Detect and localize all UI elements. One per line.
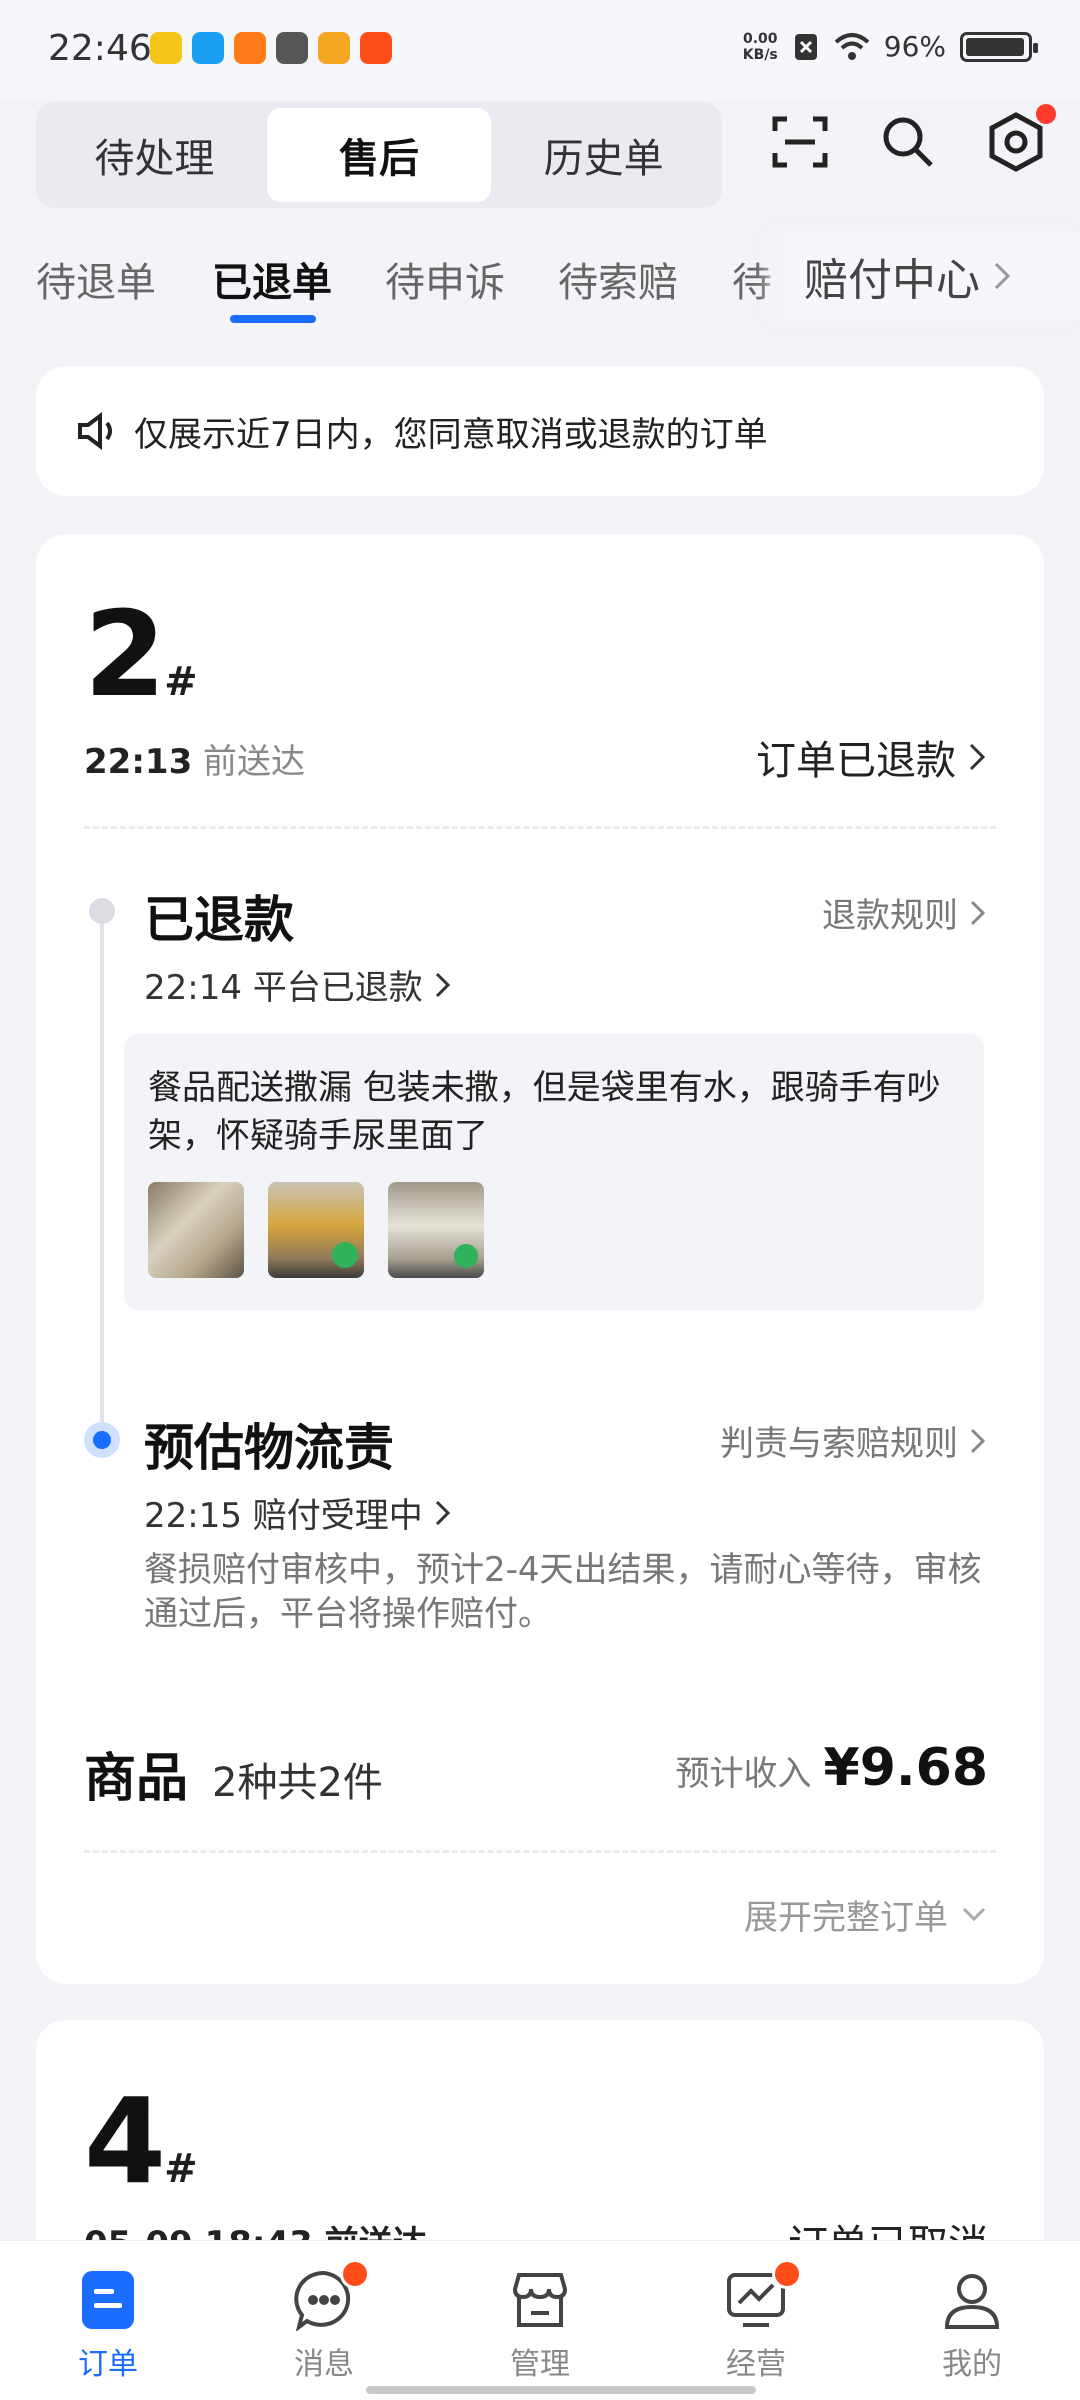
- claim-description: 餐损赔付审核中，预计2-4天出结果，请耐心等待，审核通过后，平台将操作赔付。: [144, 1550, 982, 1634]
- nav-orders[interactable]: 订单: [0, 2241, 216, 2400]
- top-actions: [768, 104, 1056, 174]
- income-label: 预计收入: [675, 1754, 812, 1794]
- status-bar: 22:46 0.00 KB/s 96%: [0, 0, 1080, 100]
- network-speed: 0.00 KB/s: [742, 30, 778, 63]
- chevron-right-icon: [435, 1500, 450, 1525]
- subtab-pending-claim[interactable]: 待索赔: [558, 250, 678, 308]
- refund-rules-link[interactable]: 退款规则: [822, 888, 988, 937]
- liability-rules-link[interactable]: 判责与索赔规则: [720, 1416, 988, 1465]
- divider: [84, 826, 996, 829]
- wifi-icon: [834, 32, 870, 60]
- orders-icon: [82, 2271, 134, 2329]
- search-icon: [883, 117, 933, 167]
- delivery-time: 22:13 前送达: [84, 742, 306, 782]
- timeline-dot-active: [84, 1422, 120, 1458]
- order-number: 2#: [84, 585, 198, 723]
- chevron-down-icon: [962, 1907, 986, 1921]
- timeline-line: [100, 910, 104, 1440]
- goods-count: 2种共2件: [212, 1760, 383, 1806]
- notice-banner: 仅展示近7日内，您同意取消或退款的订单: [36, 366, 1044, 496]
- subtab-pending-appeal[interactable]: 待申诉: [385, 250, 505, 308]
- nav-manage[interactable]: 管理: [432, 2241, 648, 2400]
- tab-after-sale[interactable]: 售后: [266, 108, 492, 202]
- tab-history[interactable]: 历史单: [491, 108, 716, 202]
- app-notification-icon: [192, 32, 224, 64]
- nav-business[interactable]: 经营: [648, 2241, 864, 2400]
- estimated-income: 预计收入 ¥9.68: [676, 1738, 988, 1798]
- home-indicator: [366, 2386, 756, 2394]
- chevron-right-icon: [435, 972, 450, 997]
- pay-center-label: 赔付中心: [804, 255, 980, 306]
- goods-summary: 商品 2种共2件: [84, 1736, 383, 1811]
- speaker-icon: [78, 412, 112, 450]
- tab-pending[interactable]: 待处理: [42, 108, 267, 202]
- app-notification-icon: [150, 32, 182, 64]
- bottom-nav: 订单 消息 管理 经营 我的: [0, 2240, 1080, 2400]
- nav-me[interactable]: 我的: [864, 2241, 1080, 2400]
- status-time: 22:46: [48, 28, 152, 69]
- scan-button[interactable]: [768, 110, 832, 174]
- chevron-right-icon: [970, 900, 986, 925]
- notification-icons: [150, 32, 392, 64]
- notice-text: 仅展示近7日内，您同意取消或退款的订单: [134, 414, 768, 455]
- evidence-photo[interactable]: [148, 1182, 244, 1278]
- evidence-photo[interactable]: [388, 1182, 484, 1278]
- app-notification-icon: [360, 32, 392, 64]
- refund-reason-box: 餐品配送撒漏 包装未撒，但是袋里有水，跟骑手有吵架，怀疑骑手尿里面了: [124, 1034, 984, 1310]
- store-icon: [512, 2273, 568, 2327]
- scan-icon: [772, 116, 828, 168]
- app-notification-icon: [318, 32, 350, 64]
- nav-messages[interactable]: 消息: [216, 2241, 432, 2400]
- evidence-photos: [148, 1182, 960, 1278]
- subtab-pending-refund[interactable]: 待退单: [36, 250, 156, 308]
- timeline-dot: [89, 898, 115, 924]
- chevron-right-icon: [969, 743, 986, 771]
- notification-dot: [772, 2259, 802, 2289]
- search-button[interactable]: [876, 110, 940, 174]
- wechat-icon: [276, 32, 308, 64]
- order-status-link[interactable]: 订单已退款: [756, 728, 988, 786]
- profile-icon: [944, 2274, 1000, 2329]
- active-tab-indicator: [230, 315, 316, 323]
- top-tab-bar: 待处理 售后 历史单: [36, 102, 722, 208]
- chevron-right-icon: [994, 262, 1011, 290]
- goods-title: 商品: [84, 1749, 189, 1809]
- liability-title: 预估物流责: [144, 1419, 394, 1477]
- expand-order-button[interactable]: 展开完整订单: [744, 1890, 988, 1939]
- app-notification-icon: [234, 32, 266, 64]
- status-right: 0.00 KB/s 96%: [742, 30, 1038, 63]
- chevron-right-icon: [970, 1428, 986, 1453]
- subtab-refunded[interactable]: 已退单: [212, 250, 332, 308]
- notification-dot: [340, 2259, 370, 2289]
- refund-reason-text: 餐品配送撒漏 包装未撒，但是袋里有水，跟骑手有吵架，怀疑骑手尿里面了: [148, 1068, 941, 1156]
- divider: [84, 1850, 996, 1853]
- refund-time-link[interactable]: 22:14 平台已退款: [144, 960, 453, 1009]
- battery-percent: 96%: [883, 30, 946, 63]
- subtab-more[interactable]: 待: [732, 250, 772, 308]
- sim-off-icon: [794, 33, 817, 60]
- order-status: 订单已退款: [756, 738, 956, 784]
- notification-dot: [1036, 104, 1056, 124]
- battery-icon: [960, 31, 1038, 62]
- pay-center-link[interactable]: 赔付中心: [784, 232, 1080, 320]
- settings-button[interactable]: [984, 104, 1056, 174]
- claim-status-link[interactable]: 22:15 赔付受理中: [144, 1488, 453, 1537]
- settings-hexagon-icon: [989, 112, 1043, 172]
- refund-title: 已退款: [144, 891, 294, 949]
- order-number: 4#: [84, 2072, 198, 2210]
- income-value: ¥9.68: [823, 1738, 988, 1798]
- evidence-photo[interactable]: [268, 1182, 364, 1278]
